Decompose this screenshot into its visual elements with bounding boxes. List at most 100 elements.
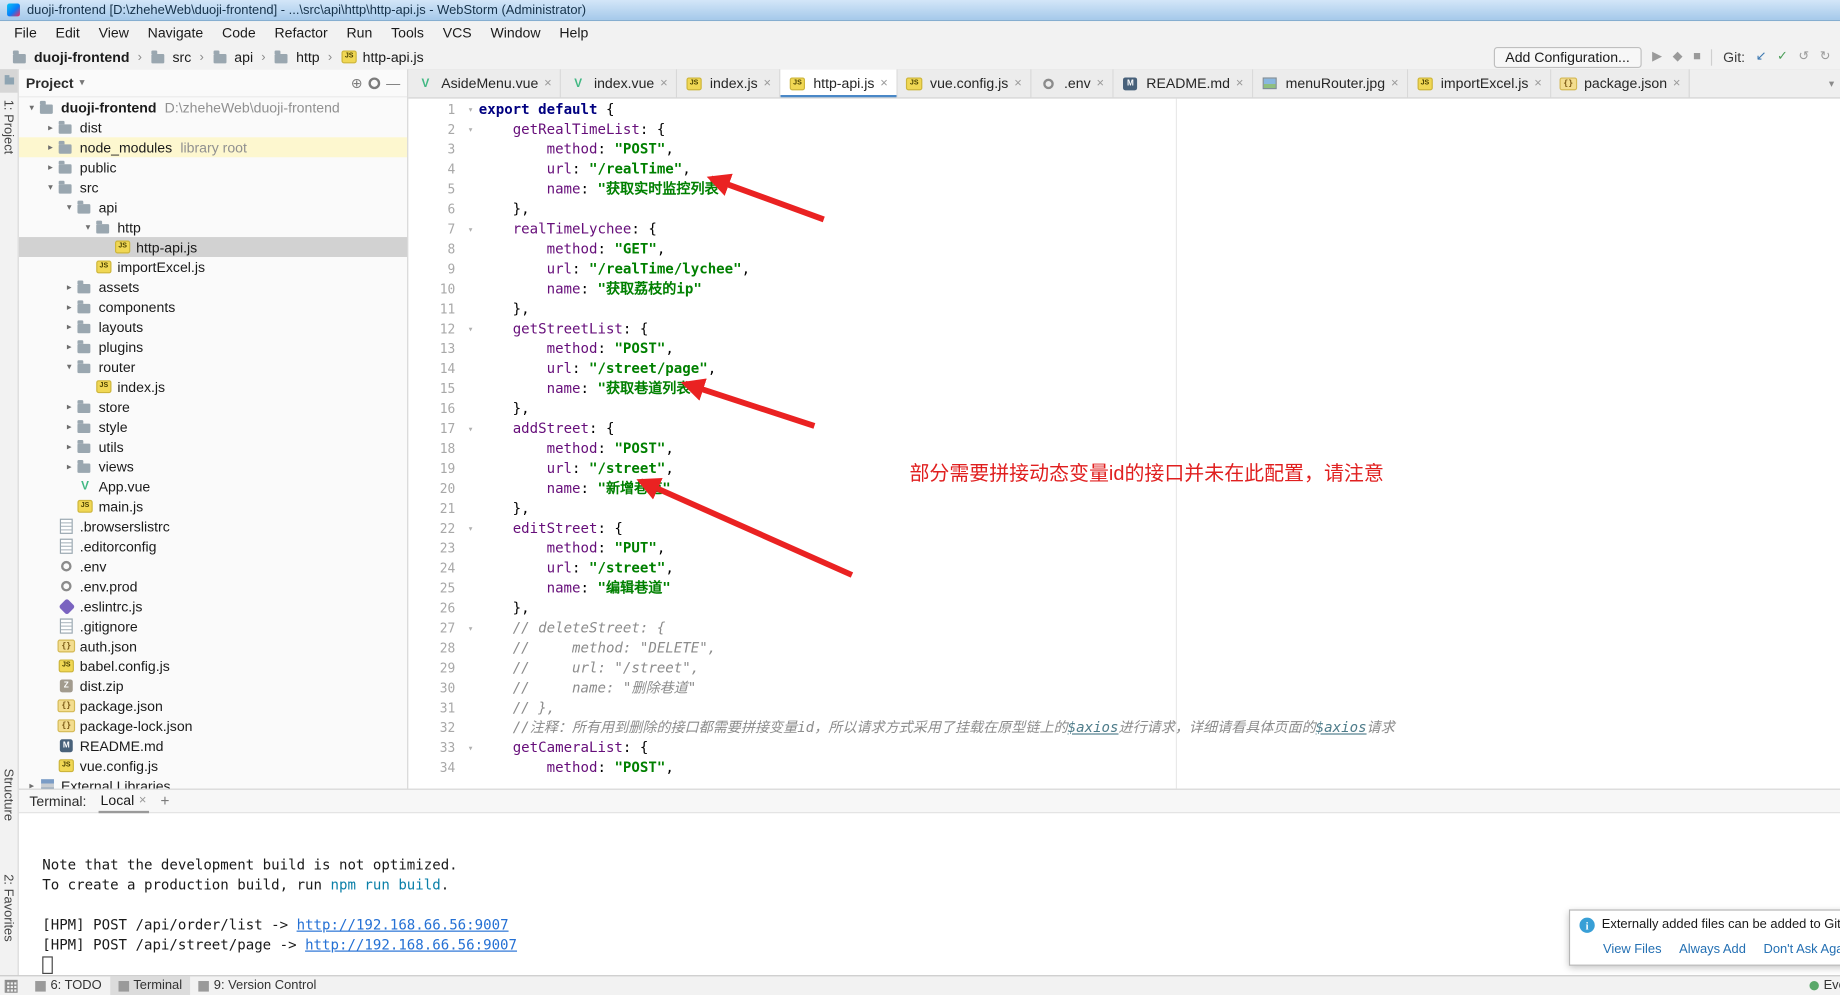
chevron-right-icon[interactable]: ▸ [62, 401, 76, 412]
tree-item-external-libraries[interactable]: ▸External Libraries [19, 776, 407, 789]
breadcrumb-item-src[interactable]: src [148, 49, 194, 65]
chevron-right-icon[interactable]: ▸ [62, 421, 76, 432]
line-number[interactable]: 30 [408, 678, 462, 698]
tree-item-index-js[interactable]: index.js [19, 377, 407, 397]
tool-strip-favorites-label[interactable]: 2: Favorites [1, 874, 15, 941]
tree-item-src[interactable]: ▾src [19, 177, 407, 197]
terminal-link[interactable]: http://192.168.66.56:9007 [305, 936, 517, 952]
tree-item-node-modules[interactable]: ▸node_moduleslibrary root [19, 137, 407, 157]
breadcrumb-item-api[interactable]: api [210, 49, 256, 65]
add-configuration-button[interactable]: Add Configuration... [1494, 46, 1642, 67]
tree-item-main-js[interactable]: main.js [19, 496, 407, 516]
line-number[interactable]: 29 [408, 658, 462, 678]
code-line[interactable]: 8 method: "GET", [408, 239, 1840, 259]
chevron-down-icon[interactable]: ▾ [25, 102, 39, 113]
breadcrumb-item-duoji-frontend[interactable]: duoji-frontend [9, 49, 131, 65]
close-icon[interactable]: × [1534, 76, 1542, 90]
breadcrumb-item-http-api-js[interactable]: http-api.js [338, 49, 426, 65]
code-line[interactable]: 2▾ getRealTimeList: { [408, 120, 1840, 140]
line-number[interactable]: 19 [408, 459, 462, 479]
close-icon[interactable]: × [1236, 76, 1244, 90]
close-icon[interactable]: × [1096, 76, 1104, 90]
close-icon[interactable]: × [660, 76, 668, 90]
tree-item-gitignore[interactable]: .gitignore [19, 616, 407, 636]
terminal-link[interactable]: http://192.168.66.56:9007 [297, 916, 509, 932]
menu-refactor[interactable]: Refactor [265, 22, 337, 43]
editor-tab-index-js[interactable]: index.js× [677, 69, 780, 97]
tree-item-assets[interactable]: ▸assets [19, 277, 407, 297]
menu-window[interactable]: Window [481, 22, 550, 43]
code-line[interactable]: 28 // method: "DELETE", [408, 638, 1840, 658]
line-number[interactable]: 15 [408, 379, 462, 399]
line-number[interactable]: 20 [408, 479, 462, 499]
editor-tab-index-vue[interactable]: index.vue× [561, 69, 677, 97]
code-line[interactable]: 11 }, [408, 299, 1840, 319]
status-6-todo[interactable]: 6: TODO [27, 976, 110, 995]
code-line[interactable]: 4 url: "/realTime", [408, 160, 1840, 180]
history-icon[interactable]: ↻ [1820, 50, 1831, 63]
menu-help[interactable]: Help [550, 22, 598, 43]
tree-item-babel-config-js[interactable]: babel.config.js [19, 656, 407, 676]
code-editor[interactable]: 1▾export default {2▾ getRealTimeList: {3… [408, 99, 1840, 789]
line-number[interactable]: 27 [408, 618, 462, 638]
chevron-right-icon[interactable]: ▸ [62, 341, 76, 352]
tab-overflow-icon[interactable]: ▾ [1823, 69, 1840, 97]
code-line[interactable]: 25 name: "编辑巷道" [408, 579, 1840, 599]
debug-icon[interactable]: ◆ [1673, 50, 1683, 63]
line-number[interactable]: 8 [408, 239, 462, 259]
line-number[interactable]: 17 [408, 419, 462, 439]
line-number[interactable]: 16 [408, 399, 462, 419]
close-icon[interactable]: × [764, 76, 772, 90]
tree-item-env-prod[interactable]: .env.prod [19, 576, 407, 596]
tree-item-vue-config-js[interactable]: vue.config.js [19, 756, 407, 776]
line-number[interactable]: 24 [408, 559, 462, 579]
tree-item-store[interactable]: ▸store [19, 397, 407, 417]
tree-item-dist-zip[interactable]: dist.zip [19, 676, 407, 696]
git-update-icon[interactable]: ↙ [1756, 50, 1767, 63]
project-tool-button[interactable] [0, 69, 18, 92]
editor-tab-http-api-js[interactable]: http-api.js× [780, 69, 897, 97]
fold-icon[interactable]: ▾ [462, 219, 478, 239]
status-terminal[interactable]: Terminal [110, 976, 190, 995]
line-number[interactable]: 25 [408, 579, 462, 599]
line-number[interactable]: 18 [408, 439, 462, 459]
line-number[interactable]: 14 [408, 359, 462, 379]
tree-item-http[interactable]: ▾http [19, 217, 407, 237]
close-icon[interactable]: × [880, 76, 888, 90]
line-number[interactable]: 31 [408, 698, 462, 718]
code-line[interactable]: 21 }, [408, 499, 1840, 519]
notification-link-don-t-ask-again[interactable]: Don't Ask Again [1764, 942, 1840, 956]
chevron-down-icon[interactable]: ▾ [81, 222, 95, 233]
tree-item-editorconfig[interactable]: .editorconfig [19, 536, 407, 556]
chevron-right-icon[interactable]: ▸ [62, 302, 76, 313]
code-line[interactable]: 30 // name: "删除巷道" [408, 678, 1840, 698]
chevron-down-icon[interactable]: ▾ [43, 182, 57, 193]
project-panel-title[interactable]: Project [26, 75, 74, 91]
line-number[interactable]: 26 [408, 598, 462, 618]
tool-strip-project-label[interactable]: 1: Project [1, 100, 15, 155]
line-number[interactable]: 11 [408, 299, 462, 319]
code-line[interactable]: 9 url: "/realTime/lychee", [408, 259, 1840, 279]
tree-item-utils[interactable]: ▸utils [19, 437, 407, 457]
editor-tab-importexcel-js[interactable]: importExcel.js× [1408, 69, 1551, 97]
tree-item-importexcel-js[interactable]: importExcel.js [19, 257, 407, 277]
line-number[interactable]: 22 [408, 519, 462, 539]
fold-icon[interactable]: ▾ [462, 319, 478, 339]
git-commit-icon[interactable]: ✓ [1777, 50, 1788, 63]
chevron-right-icon[interactable]: ▸ [25, 780, 39, 788]
chevron-right-icon[interactable]: ▸ [43, 162, 57, 173]
tree-item-dist[interactable]: ▸dist [19, 117, 407, 137]
chevron-right-icon[interactable]: ▸ [43, 142, 57, 153]
notification-link-always-add[interactable]: Always Add [1679, 942, 1746, 956]
code-line[interactable]: 14 url: "/street/page", [408, 359, 1840, 379]
code-line[interactable]: 31 // }, [408, 698, 1840, 718]
new-terminal-button[interactable]: + [161, 792, 170, 810]
tree-item-browserslistrc[interactable]: .browserslistrc [19, 516, 407, 536]
tree-item-plugins[interactable]: ▸plugins [19, 337, 407, 357]
notification-link-view-files[interactable]: View Files [1603, 942, 1662, 956]
locate-file-icon[interactable]: ⊕ [351, 75, 363, 91]
tree-item-components[interactable]: ▸components [19, 297, 407, 317]
code-line[interactable]: 27▾ // deleteStreet: { [408, 618, 1840, 638]
editor-tab-asidemenu-vue[interactable]: AsideMenu.vue× [408, 69, 561, 97]
run-icon[interactable]: ▶ [1652, 50, 1662, 63]
